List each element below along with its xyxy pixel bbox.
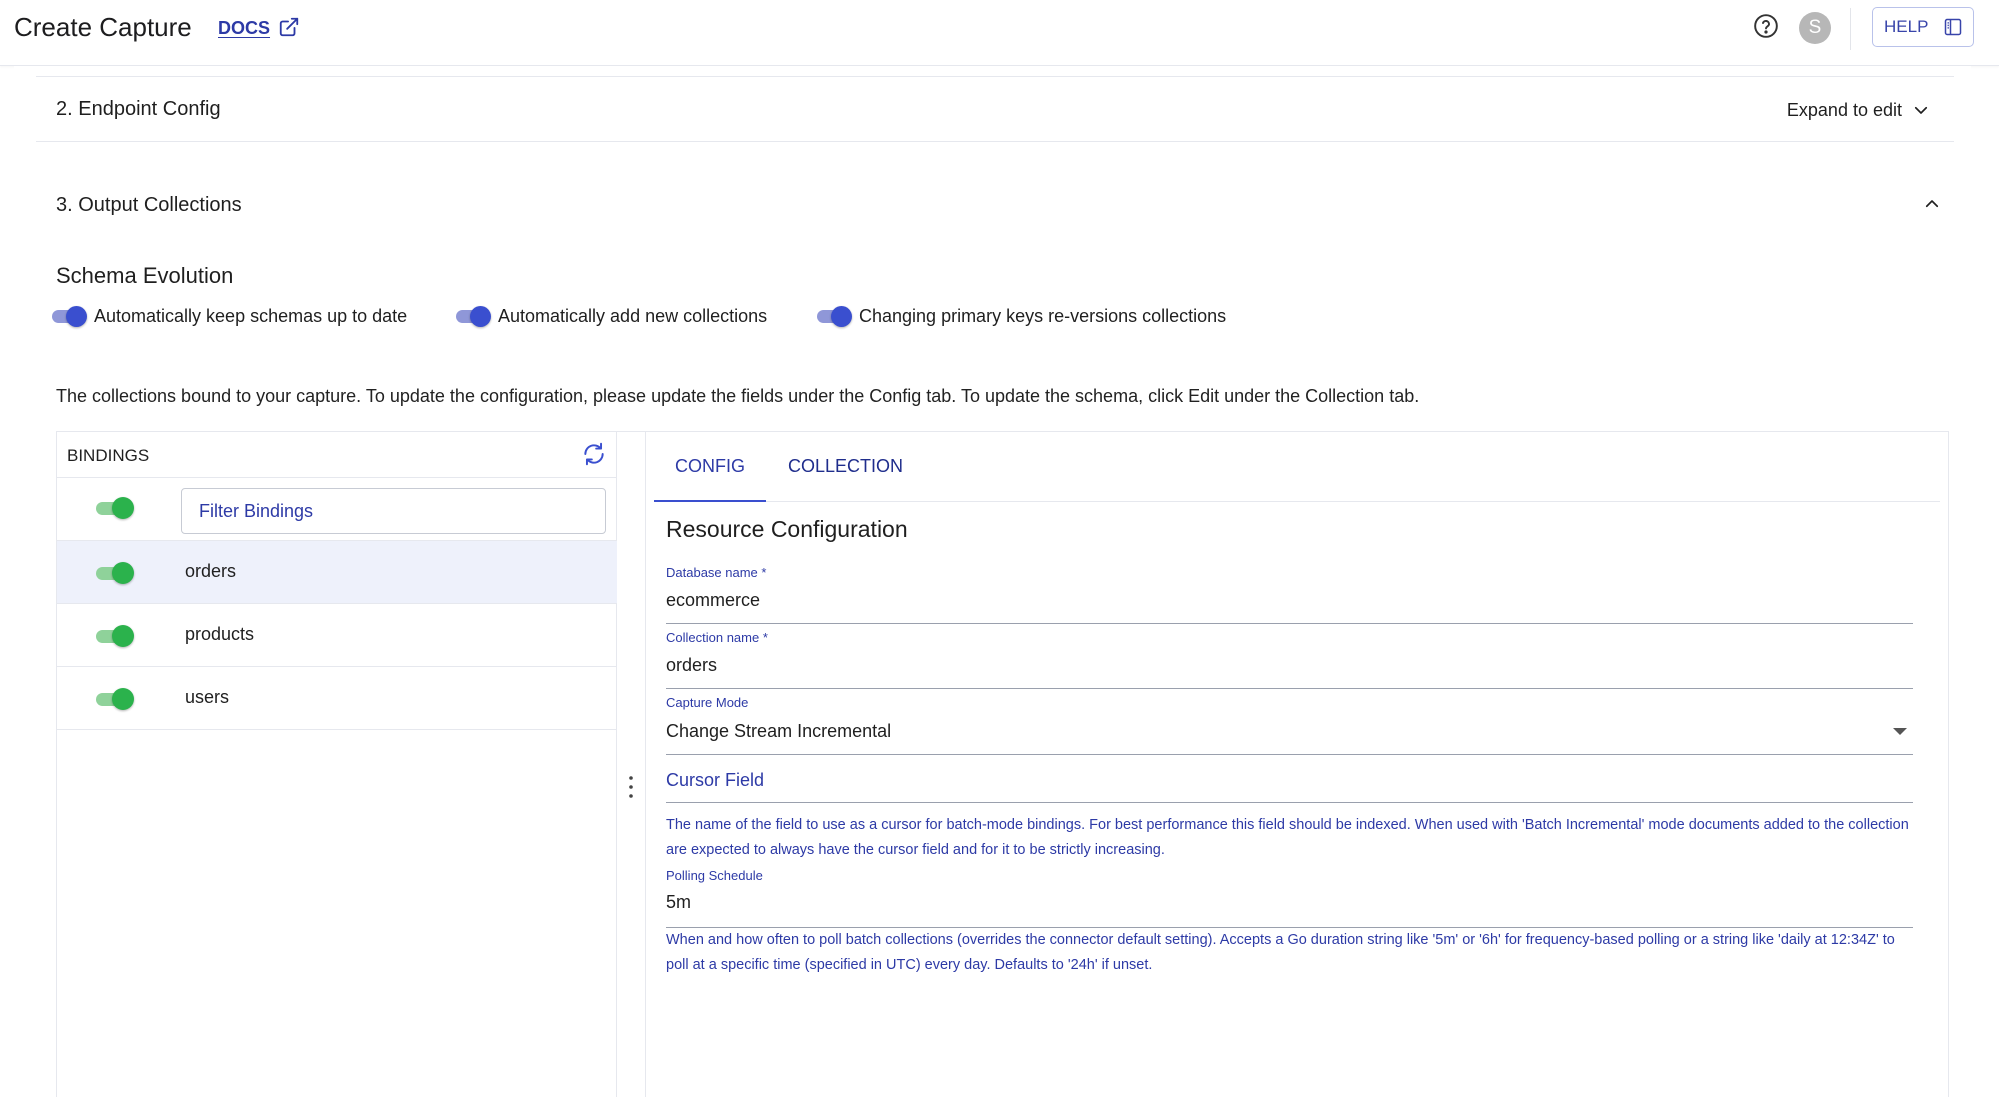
toggle-label: Changing primary keys re-versions collec… [859, 305, 1227, 326]
schema-switch[interactable] [815, 305, 853, 327]
polling-schedule-value[interactable]: 5m [666, 892, 691, 913]
binding-enabled-switch[interactable] [96, 624, 134, 648]
bindings-list: BINDINGS orders products users [57, 432, 617, 1097]
bindings-editor: BINDINGS orders products users [56, 431, 1949, 1097]
bindings-filter-row [57, 478, 617, 541]
database-name-value[interactable]: ecommerce [666, 590, 760, 611]
polling-schedule-label: Polling Schedule [666, 868, 763, 883]
bindings-header-label: BINDINGS [67, 446, 150, 465]
chevron-down-icon[interactable] [1912, 101, 1930, 119]
binding-enabled-switch[interactable] [96, 687, 134, 711]
binding-row-users[interactable]: users [57, 667, 617, 730]
refresh-icon[interactable] [581, 441, 607, 467]
endpoint-config-title: 2. Endpoint Config [56, 98, 221, 120]
toggle-reversion-keys[interactable]: Changing primary keys re-versions collec… [815, 304, 1226, 328]
collection-name-value[interactable]: orders [666, 655, 717, 676]
tab-collection[interactable]: COLLECTION [788, 456, 903, 477]
toggle-all-bindings-switch[interactable] [96, 496, 134, 520]
output-collections-title[interactable]: 3. Output Collections [56, 194, 242, 217]
avatar[interactable]: S [1799, 12, 1831, 44]
endpoint-config-section[interactable]: 2. Endpoint Config Expand to edit [36, 76, 1954, 142]
detail-tabs: CONFIG COLLECTION [654, 432, 1940, 502]
main-panel: 2. Endpoint Config Expand to edit 3. Out… [14, 66, 1971, 1097]
cursor-field-helper: The name of the field to use as a cursor… [666, 817, 1909, 858]
capture-mode-value[interactable]: Change Stream Incremental [666, 721, 891, 742]
docs-link[interactable]: DOCS [218, 18, 270, 39]
toggle-add-collections[interactable]: Automatically add new collections [454, 304, 767, 328]
bindings-header: BINDINGS [57, 432, 617, 478]
external-link-icon[interactable] [278, 16, 300, 38]
capture-mode-select[interactable]: Capture Mode Change Stream Incremental [666, 692, 1913, 755]
chevron-up-icon[interactable] [1923, 195, 1941, 213]
binding-enabled-switch[interactable] [96, 561, 134, 585]
binding-name: products [185, 624, 255, 644]
expand-to-edit-label[interactable]: Expand to edit [1787, 100, 1902, 121]
help-circle-icon[interactable] [1753, 13, 1779, 39]
collection-name-label: Collection name * [666, 630, 768, 645]
bindings-description: The collections bound to your capture. T… [56, 386, 1420, 406]
polling-schedule-field[interactable]: Polling Schedule 5m [666, 868, 1913, 928]
schema-evolution-heading: Schema Evolution [56, 263, 234, 288]
dropdown-arrow-icon[interactable] [1893, 728, 1907, 735]
help-button-label: HELP [1884, 17, 1929, 36]
toggle-keep-schemas[interactable]: Automatically keep schemas up to date [50, 304, 407, 328]
schema-switch[interactable] [50, 305, 88, 327]
toggle-label: Automatically add new collections [498, 305, 768, 326]
top-app-bar: Create Capture DOCS S HELP [0, 0, 1999, 66]
help-button[interactable]: HELP [1872, 7, 1974, 47]
collection-name-field[interactable]: Collection name * orders [666, 627, 1913, 689]
filter-bindings-input[interactable] [181, 488, 606, 534]
binding-detail-panel: CONFIG COLLECTION Resource Configuration… [645, 432, 1949, 1097]
database-name-label: Database name * [666, 565, 767, 580]
resource-configuration-title: Resource Configuration [666, 516, 908, 542]
polling-schedule-helper: When and how often to poll batch collect… [666, 932, 1895, 973]
cursor-field-placeholder[interactable]: Cursor Field [666, 770, 764, 791]
drag-handle-icon[interactable] [623, 774, 639, 800]
header-divider [1850, 8, 1851, 50]
toggle-label: Automatically keep schemas up to date [94, 305, 408, 326]
side-panel-icon [1944, 18, 1962, 36]
tab-config[interactable]: CONFIG [654, 456, 766, 502]
capture-mode-label: Capture Mode [666, 695, 749, 710]
binding-row-orders[interactable]: orders [57, 541, 617, 604]
database-name-field[interactable]: Database name * ecommerce [666, 562, 1913, 624]
cursor-field-input[interactable]: Cursor Field [666, 762, 1913, 803]
binding-name: orders [185, 561, 237, 581]
page-title: Create Capture [14, 12, 192, 42]
binding-name: users [185, 687, 230, 707]
schema-switch[interactable] [454, 305, 492, 327]
binding-row-products[interactable]: products [57, 604, 617, 667]
